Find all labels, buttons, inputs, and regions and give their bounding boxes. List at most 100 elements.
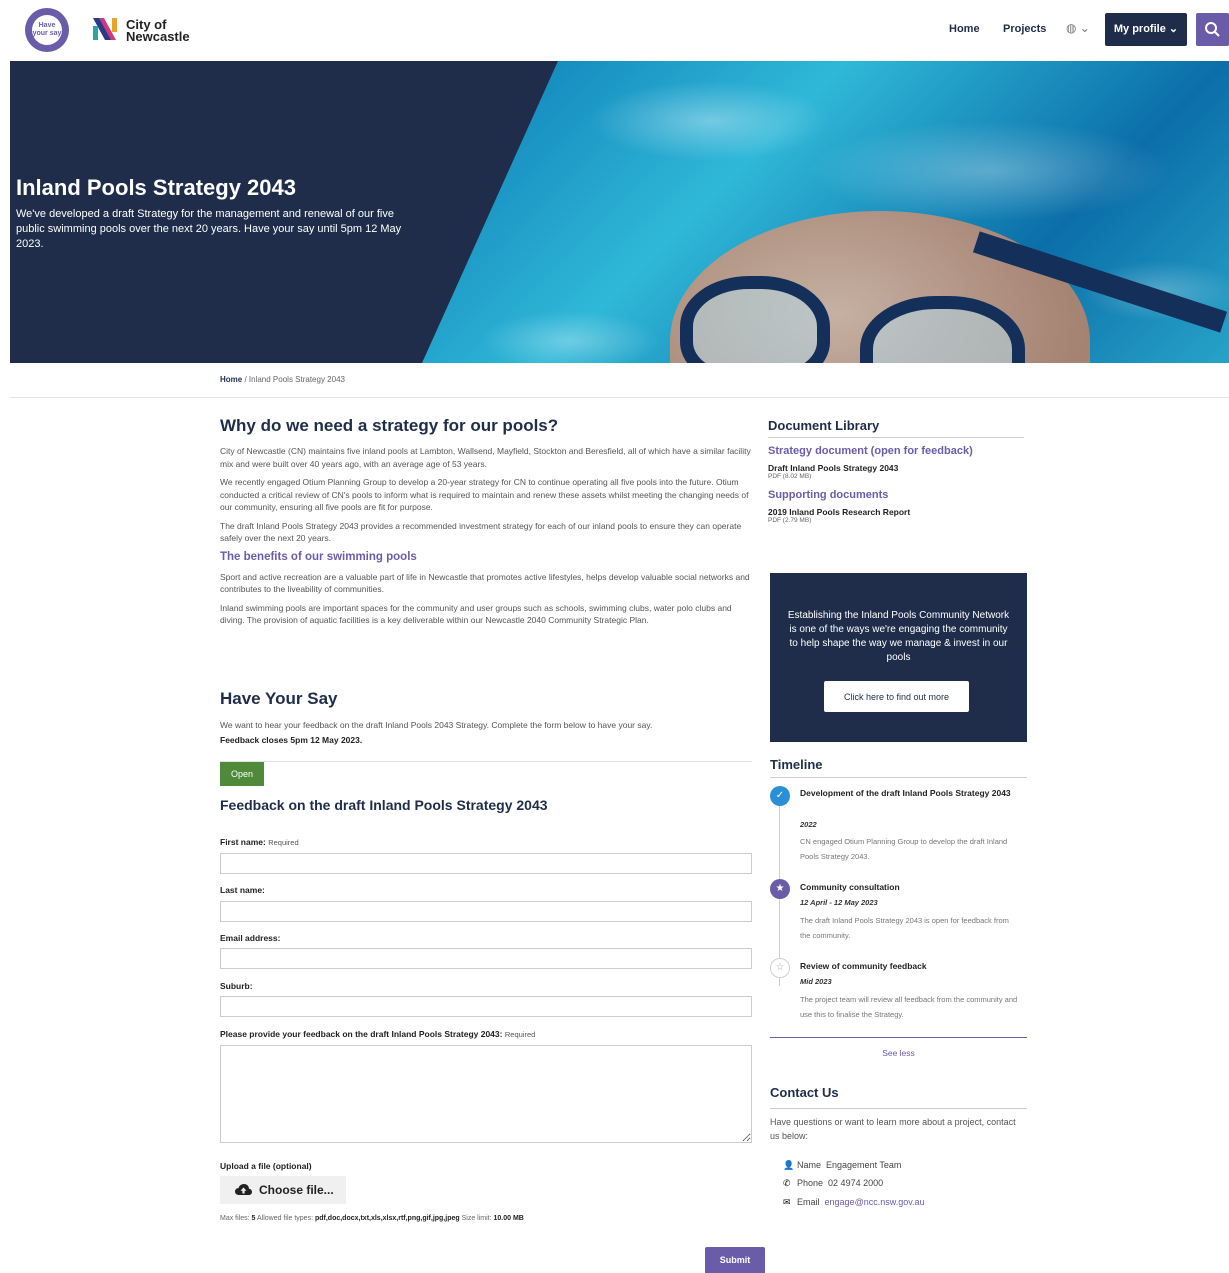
timeline-end-divider — [770, 1037, 1027, 1038]
document-meta: PDF (2.79 MB) — [768, 517, 812, 524]
email-field[interactable] — [220, 948, 752, 969]
first-name-field[interactable] — [220, 853, 752, 874]
suburb-field[interactable] — [220, 996, 752, 1017]
goggle-lens-left — [680, 276, 830, 363]
feedback-label: Please provide your feedback on the draf… — [220, 1029, 535, 1039]
contact-name-value: Engagement Team — [826, 1160, 902, 1170]
benefits-paragraph-2: Inland swimming pools are important spac… — [220, 602, 732, 626]
contact-name-row: 👤 Name Engagement Team — [783, 1160, 901, 1171]
why-paragraph-2: We recently engaged Otium Planning Group… — [220, 477, 749, 512]
benefits-heading: The benefits of our swimming pools — [220, 550, 417, 563]
size-limit-value: 10.00 MB — [493, 1215, 524, 1222]
document-library-divider — [768, 437, 1024, 438]
form-title: Feedback on the draft Inland Pools Strat… — [220, 797, 548, 813]
email-label: Email address: — [220, 933, 281, 943]
divider — [10, 397, 1229, 398]
document-meta: PDF (8.02 MB) — [768, 473, 812, 480]
contact-title: Contact Us — [770, 1085, 839, 1100]
why-heading: Why do we need a strategy for our pools? — [220, 416, 559, 435]
breadcrumb: Home / Inland Pools Strategy 2043 — [220, 375, 345, 384]
timeline-title: Timeline — [770, 757, 823, 772]
timeline-item-description: CN engaged Otium Planning Group to devel… — [800, 837, 1008, 861]
status-badge: Open — [220, 762, 264, 786]
timeline-header: Timeline — [770, 757, 1027, 785]
brand-name[interactable]: City of Newcastle — [126, 18, 190, 44]
timeline-item-title: Development of the draft Inland Pools St… — [800, 788, 1011, 798]
required-marker: Required — [504, 1030, 536, 1039]
contact-phone-label: Phone — [797, 1178, 824, 1188]
have-your-say-intro: We want to hear your feedback on the dra… — [220, 720, 653, 730]
timeline-divider — [770, 777, 1027, 778]
hero-banner: Inland Pools Strategy 2043 We've develop… — [10, 61, 1229, 363]
document-link-research-report[interactable]: 2019 Inland Pools Research Report — [768, 507, 1024, 517]
contact-phone-value: 02 4974 2000 — [828, 1178, 884, 1188]
upload-label: Upload a file (optional) — [220, 1161, 312, 1171]
timeline-item-date: 12 April - 12 May 2023 — [800, 898, 878, 907]
search-icon — [1205, 22, 1220, 37]
have-your-say-logo[interactable]: Have your say — [25, 8, 69, 52]
phone-icon: ✆ — [783, 1178, 791, 1188]
file-types-value: pdf,doc,docx,txt,xls,xlsx,rtf,png,gif,jp… — [314, 1215, 460, 1222]
first-name-label-text: First name: — [220, 837, 266, 847]
have-your-say-logo-text: Have your say — [32, 15, 62, 45]
form-divider — [220, 761, 752, 762]
site-header: Have your say City of Newcastle Home Pro… — [0, 0, 1229, 61]
feedback-label-text: Please provide your feedback on the draf… — [220, 1029, 503, 1039]
search-button[interactable] — [1196, 13, 1229, 46]
city-of-newcastle-logo-mark[interactable] — [90, 14, 120, 44]
contact-name-label: Name — [797, 1160, 822, 1170]
nav-projects-link[interactable]: Projects — [1003, 23, 1046, 35]
breadcrumb-separator: / — [242, 375, 249, 384]
promo-text: Establishing the Inland Pools Community … — [787, 610, 1010, 663]
check-icon: ✓ — [770, 786, 790, 806]
document-link-draft-strategy[interactable]: Draft Inland Pools Strategy 2043 — [768, 463, 1024, 473]
submit-button[interactable]: Submit — [705, 1247, 765, 1273]
last-name-field[interactable] — [220, 901, 752, 922]
timeline-item-description: The draft Inland Pools Strategy 2043 is … — [800, 916, 1009, 940]
star-icon: ★ — [770, 879, 790, 899]
why-paragraph-1: City of Newcastle (CN) maintains five in… — [220, 446, 751, 469]
document-library-title: Document Library — [768, 418, 880, 433]
star-outline-icon: ☆ — [770, 958, 790, 978]
timeline-item-title: Community consultation — [800, 882, 900, 892]
required-marker: Required — [268, 838, 299, 847]
feedback-closes-note: Feedback closes 5pm 12 May 2023. — [220, 735, 363, 745]
page-title: Inland Pools Strategy 2043 — [16, 175, 296, 200]
strategy-document-heading: Strategy document (open for feedback) — [768, 445, 973, 457]
contact-email-label: Email — [797, 1197, 820, 1207]
contact-divider — [770, 1108, 1027, 1109]
supporting-documents-heading: Supporting documents — [768, 489, 889, 501]
max-files-value: 5 — [251, 1215, 256, 1222]
cloud-upload-icon — [235, 1184, 252, 1195]
person-icon: 👤 — [783, 1160, 795, 1170]
first-name-label: First name: Required — [220, 837, 299, 847]
timeline-item-description: The project team will review all feedbac… — [800, 995, 1018, 1019]
feedback-textarea[interactable] — [220, 1045, 752, 1143]
size-limit-label: Size limit: — [461, 1215, 492, 1222]
envelope-icon: ✉ — [783, 1197, 791, 1207]
globe-icon[interactable]: ◍ ⌄ — [1066, 21, 1090, 35]
timeline-item-date: Mid 2023 — [800, 977, 832, 986]
timeline-item-title: Review of community feedback — [800, 961, 927, 971]
file-types-label: Allowed file types: — [256, 1215, 314, 1222]
breadcrumb-home-link[interactable]: Home — [220, 375, 242, 384]
breadcrumb-current: Inland Pools Strategy 2043 — [248, 375, 345, 384]
hero-description: We've developed a draft Strategy for the… — [16, 208, 402, 250]
timeline-item-date: 2022 — [800, 820, 817, 829]
contact-phone-row: ✆ Phone 02 4974 2000 — [783, 1178, 883, 1189]
my-profile-button[interactable]: My profile ⌄ — [1105, 13, 1187, 46]
promo-panel: Establishing the Inland Pools Community … — [770, 573, 1027, 742]
contact-email-link[interactable]: engage@ncc.nsw.gov.au — [825, 1197, 925, 1207]
main-content: Why do we need a strategy for our pools?… — [220, 416, 752, 633]
brand-line-2: Newcastle — [126, 29, 190, 44]
suburb-label: Suburb: — [220, 981, 253, 991]
have-your-say-heading: Have Your Say — [220, 689, 338, 708]
max-files-label: Max files: — [220, 1215, 250, 1222]
contact-intro: Have questions or want to learn more abo… — [770, 1117, 1016, 1141]
see-less-link[interactable]: See less — [770, 1048, 1027, 1058]
why-paragraph-3: The draft Inland Pools Strategy 2043 pro… — [220, 520, 742, 544]
nav-home-link[interactable]: Home — [949, 23, 980, 35]
find-out-more-button[interactable]: Click here to find out more — [824, 681, 969, 712]
last-name-label: Last name: — [220, 885, 265, 895]
benefits-paragraph-1: Sport and active recreation are a valuab… — [220, 571, 750, 595]
